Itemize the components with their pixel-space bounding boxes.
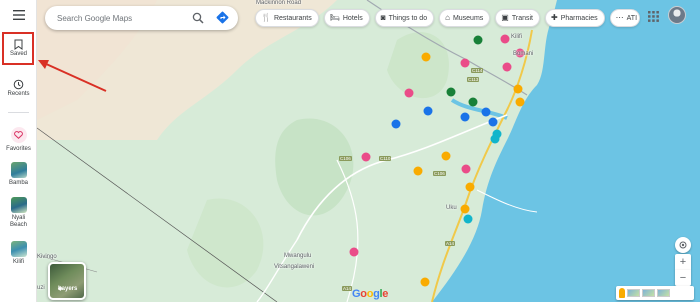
my-location-button[interactable]: [675, 237, 691, 253]
saved-highlight-box: [2, 32, 34, 65]
recent-place-bamba[interactable]: Bamba: [0, 162, 37, 187]
road-label: A14: [342, 286, 353, 291]
rail-divider: [8, 112, 29, 113]
chip-label: Museums: [452, 14, 484, 22]
recents-label: Recents: [7, 91, 30, 97]
road-label: C106: [339, 156, 352, 161]
chip-label: Restaurants: [273, 14, 312, 22]
category-chips: 🍴 Restaurants 🛏 Hotels ◙ Things to do ⌂ Muse…: [255, 9, 640, 27]
chip-atms[interactable]: ⋯ ATI: [609, 9, 640, 27]
place-label: Nyali Beach: [9, 215, 27, 228]
plus-icon: +: [679, 256, 687, 268]
google-logo: Google: [352, 288, 389, 300]
map-label-vitsangalaweni: Vitsangalaweni: [274, 264, 315, 270]
map-label-bomani: Bomani: [513, 51, 534, 57]
search-input[interactable]: [57, 13, 187, 23]
pegman-icon[interactable]: [619, 288, 625, 298]
road-label: C114: [471, 68, 484, 73]
map-label-uku: Uku: [446, 205, 457, 211]
place-label: Kilifi: [12, 259, 24, 265]
recent-place-kilifi[interactable]: Kilifi: [0, 241, 37, 266]
map-graphics: [37, 0, 700, 302]
pharmacy-icon: ✚: [550, 13, 558, 22]
zoom-out-button[interactable]: −: [675, 270, 691, 286]
chip-pharmacies[interactable]: ✚ Pharmacies: [544, 9, 605, 27]
apps-grid-icon[interactable]: [648, 9, 659, 27]
place-thumbnail: [10, 162, 27, 178]
chip-label: ATI: [626, 14, 638, 22]
map-label-mackinnon-road: Mackinnon Road: [256, 0, 302, 6]
favorites-button[interactable]: Favorites: [0, 127, 37, 152]
search-icon[interactable]: [192, 11, 204, 29]
place-label: Bamba: [8, 180, 28, 186]
zoom-in-button[interactable]: +: [675, 254, 691, 270]
recents-button[interactable]: Recents: [0, 77, 37, 97]
favorites-label: Favorites: [6, 146, 31, 152]
hamburger-icon: [12, 8, 26, 22]
road-label: C106: [433, 171, 446, 176]
road-label: A14: [445, 241, 456, 246]
place-thumbnail: [10, 241, 27, 257]
map-label-kilifi: Kilifi: [511, 34, 523, 40]
account-avatar[interactable]: [668, 6, 686, 24]
chip-museums[interactable]: ⌂ Museums: [439, 9, 491, 27]
chip-label: Things to do: [388, 14, 428, 22]
layers-text: Layers: [58, 286, 78, 292]
annotation-arrow: [38, 60, 107, 92]
chip-hotels[interactable]: 🛏 Hotels: [323, 9, 370, 27]
location-target-icon: [679, 241, 687, 249]
hotel-icon: 🛏: [329, 13, 340, 22]
chip-label: Pharmacies: [560, 14, 598, 22]
map-label-kivingo: Kivingo: [37, 254, 57, 260]
map-label-mwangulu: Mwangulu: [284, 253, 312, 259]
recent-place-nyali-beach[interactable]: Nyali Beach: [0, 197, 37, 229]
chip-restaurants[interactable]: 🍴 Restaurants: [255, 9, 319, 27]
map-canvas[interactable]: Mackinnon Road Kilifi Bomani Uku Mwangul…: [37, 0, 700, 302]
place-thumbnail: [10, 197, 27, 213]
directions-icon[interactable]: [215, 10, 230, 30]
chip-label: Transit: [511, 14, 533, 22]
history-icon: [12, 77, 26, 91]
transit-icon: ▣: [501, 13, 509, 22]
map-type-thumbnail[interactable]: [642, 289, 655, 297]
map-type-thumbnail[interactable]: [657, 289, 670, 297]
search-box[interactable]: [45, 6, 238, 30]
menu-button[interactable]: [0, 8, 37, 22]
museum-icon: ⌂: [445, 13, 450, 22]
road-label: C113: [467, 77, 480, 82]
map-type-thumbnail[interactable]: [627, 289, 640, 297]
layers-button[interactable]: ◈ Layers: [48, 262, 86, 300]
chip-transit[interactable]: ▣ Transit: [495, 9, 540, 27]
chip-label: Hotels: [342, 14, 363, 22]
chip-things-to-do[interactable]: ◙ Things to do: [374, 9, 435, 27]
camera-icon: ◙: [380, 13, 386, 22]
minus-icon: −: [679, 272, 687, 284]
road-label: C110: [379, 156, 392, 161]
street-view-toolbar: [616, 286, 694, 300]
more-icon: ⋯: [615, 13, 624, 22]
heart-icon: [10, 127, 27, 143]
map-label-uzi: uzi: [37, 285, 45, 291]
restaurant-icon: 🍴: [261, 13, 271, 22]
